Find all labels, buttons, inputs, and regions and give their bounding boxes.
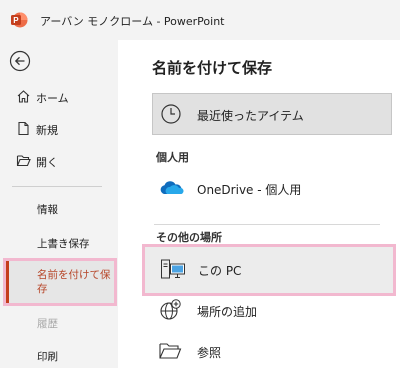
section-header-other: その他の場所 [156, 231, 222, 244]
sidebar-item-save[interactable]: 上書き保存 [37, 237, 90, 251]
selection-indicator [6, 261, 9, 303]
folder-icon [158, 340, 182, 362]
section-divider [154, 224, 380, 225]
sidebar-item-home[interactable]: ホーム [0, 84, 118, 110]
location-label: 場所の追加 [197, 305, 258, 319]
location-label: この PC [198, 264, 242, 278]
svg-text:P: P [13, 16, 19, 25]
sidebar-item-label: 名前を付けて保存 [37, 269, 111, 295]
location-browse[interactable]: 参照 [152, 334, 392, 368]
recent-items-label: 最近使ったアイテム [197, 109, 304, 123]
recent-items-button[interactable]: 最近使ったアイテム [152, 93, 392, 135]
sidebar-item-save-as[interactable]: 名前を付けて保存 [3, 258, 117, 306]
location-onedrive[interactable]: OneDrive - 個人用 [152, 171, 392, 205]
onedrive-cloud-icon [158, 177, 184, 199]
location-label: 参照 [197, 346, 222, 360]
powerpoint-logo-icon: P [10, 11, 28, 29]
window-title: アーバン モノクローム - PowerPoint [40, 15, 225, 28]
home-icon [16, 89, 31, 104]
computer-icon [160, 258, 186, 282]
location-this-pc[interactable]: この PC [142, 244, 396, 296]
save-as-panel: 名前を付けて保存 最近使ったアイテム 個人用 OneDrive - 個人用 その… [118, 40, 400, 368]
sidebar-item-label: ホーム [36, 92, 69, 105]
backstage-sidebar: ホーム 新規 開く 情報 上書き保存 履歴 印刷 [0, 40, 118, 368]
sidebar-item-info[interactable]: 情報 [37, 203, 58, 217]
sidebar-item-label: 新規 [36, 124, 58, 137]
sidebar-item-label: 開く [36, 156, 58, 169]
location-label: OneDrive - 個人用 [197, 183, 302, 197]
new-document-icon [16, 121, 31, 136]
sidebar-item-open[interactable]: 開く [0, 148, 118, 174]
sidebar-divider [12, 186, 102, 187]
globe-add-icon [158, 299, 182, 321]
sidebar-item-print[interactable]: 印刷 [37, 350, 58, 364]
sidebar-item-history: 履歴 [37, 318, 58, 330]
page-title: 名前を付けて保存 [152, 59, 273, 77]
location-add-place[interactable]: 場所の追加 [152, 293, 392, 327]
section-header-personal: 個人用 [156, 151, 189, 164]
sidebar-item-new[interactable]: 新規 [0, 116, 118, 142]
open-folder-icon [16, 153, 31, 168]
back-arrow-icon[interactable] [9, 50, 31, 72]
title-bar: P アーバン モノクローム - PowerPoint [0, 0, 400, 40]
clock-icon [160, 103, 182, 125]
